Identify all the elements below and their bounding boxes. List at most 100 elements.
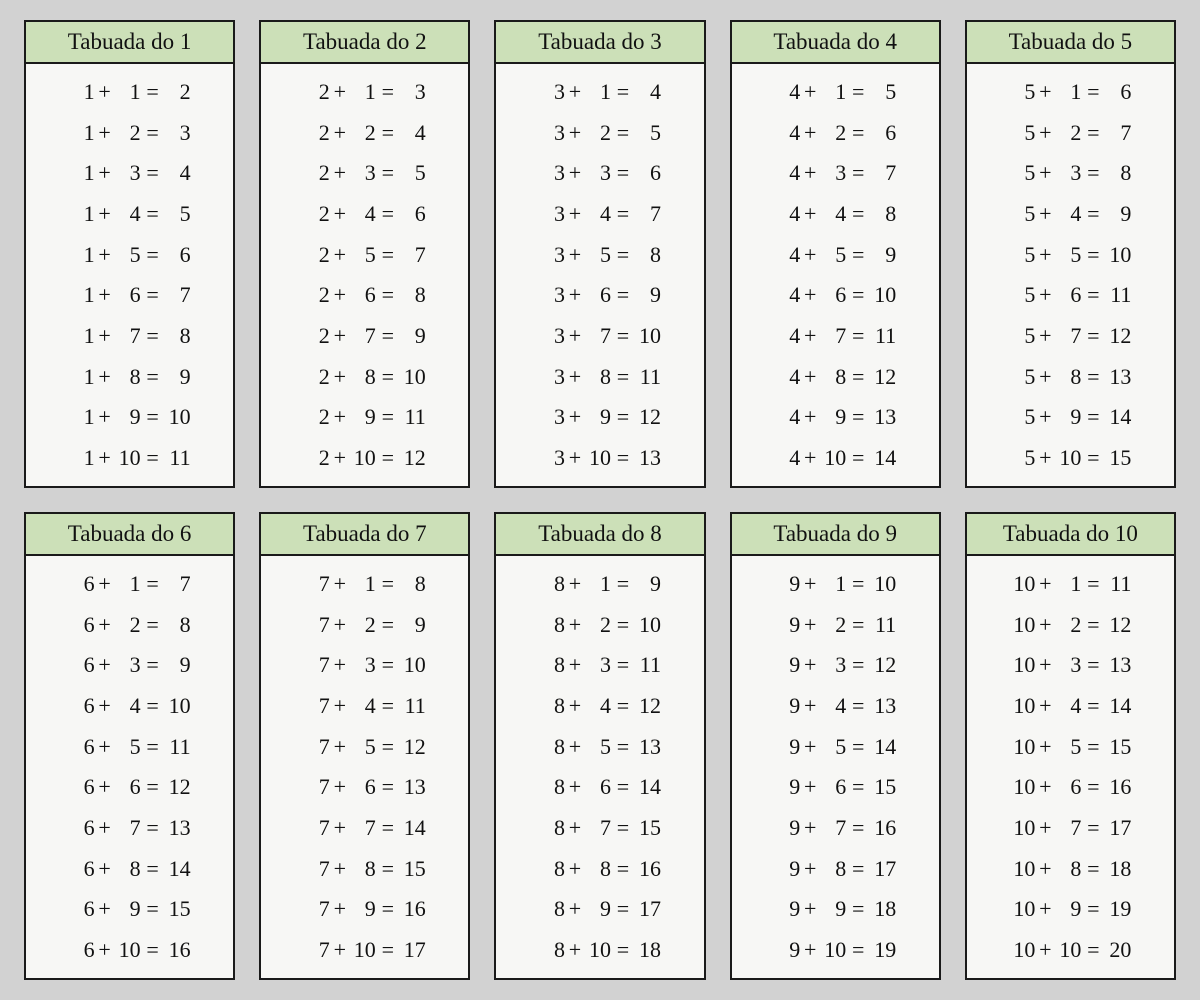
operand-a: 8 <box>537 573 567 595</box>
table-row: 1+3=4 <box>26 157 233 189</box>
operand-b: 5 <box>348 736 378 758</box>
operand-b: 1 <box>1053 81 1083 103</box>
operand-a: 4 <box>772 325 802 347</box>
equals-icon: = <box>143 939 163 961</box>
plus-icon: + <box>1037 614 1053 636</box>
operand-a: 2 <box>302 203 332 225</box>
operand-b: 6 <box>818 284 848 306</box>
plus-icon: + <box>97 614 113 636</box>
plus-icon: + <box>97 776 113 798</box>
equals-icon: = <box>143 898 163 920</box>
operand-b: 10 <box>113 447 143 469</box>
equals-icon: = <box>143 736 163 758</box>
operand-a: 8 <box>537 898 567 920</box>
operand-b: 5 <box>1053 736 1083 758</box>
operand-a: 5 <box>1007 447 1037 469</box>
table-row: 7+9=16 <box>261 893 468 925</box>
table-body: 4+1=54+2=64+3=74+4=84+5=94+6=104+7=114+8… <box>732 64 939 486</box>
operand-a: 4 <box>772 366 802 388</box>
result: 13 <box>633 447 663 469</box>
operand-a: 6 <box>67 858 97 880</box>
table-row: 6+10=16 <box>26 934 233 966</box>
table-row: 9+7=16 <box>732 812 939 844</box>
result: 13 <box>1103 654 1133 676</box>
result: 8 <box>398 284 428 306</box>
plus-icon: + <box>802 573 818 595</box>
operand-b: 6 <box>818 776 848 798</box>
operand-a: 2 <box>302 325 332 347</box>
result: 12 <box>1103 325 1133 347</box>
plus-icon: + <box>567 447 583 469</box>
operand-b: 3 <box>583 162 613 184</box>
operand-a: 10 <box>1007 898 1037 920</box>
table-row: 7+2=9 <box>261 609 468 641</box>
result: 8 <box>163 325 193 347</box>
result: 5 <box>398 162 428 184</box>
equals-icon: = <box>848 244 868 266</box>
table-row: 2+8=10 <box>261 361 468 393</box>
result: 5 <box>868 81 898 103</box>
operand-b: 6 <box>348 284 378 306</box>
equals-icon: = <box>143 244 163 266</box>
table-row: 7+7=14 <box>261 812 468 844</box>
equals-icon: = <box>378 406 398 428</box>
table-row: 1+10=11 <box>26 442 233 474</box>
equals-icon: = <box>143 573 163 595</box>
plus-icon: + <box>802 776 818 798</box>
result: 7 <box>163 573 193 595</box>
plus-icon: + <box>1037 325 1053 347</box>
equals-icon: = <box>848 614 868 636</box>
result: 10 <box>868 284 898 306</box>
operand-a: 9 <box>772 898 802 920</box>
table-header: Tabuada do 1 <box>26 22 233 64</box>
equals-icon: = <box>613 695 633 717</box>
table-row: 8+7=15 <box>496 812 703 844</box>
operand-a: 4 <box>772 203 802 225</box>
operand-b: 8 <box>348 366 378 388</box>
plus-icon: + <box>802 898 818 920</box>
operand-b: 10 <box>583 939 613 961</box>
operand-b: 6 <box>1053 284 1083 306</box>
plus-icon: + <box>567 284 583 306</box>
result: 8 <box>633 244 663 266</box>
operand-a: 3 <box>537 122 567 144</box>
table-row: 8+9=17 <box>496 893 703 925</box>
operand-a: 1 <box>67 366 97 388</box>
table-row: 7+3=10 <box>261 649 468 681</box>
operand-b: 1 <box>583 81 613 103</box>
result: 13 <box>163 817 193 839</box>
equals-icon: = <box>378 736 398 758</box>
equals-icon: = <box>143 614 163 636</box>
equals-icon: = <box>848 325 868 347</box>
operand-a: 9 <box>772 695 802 717</box>
page: Tabuada do 11+1=21+2=31+3=41+4=51+5=61+6… <box>0 0 1200 1000</box>
plus-icon: + <box>332 614 348 636</box>
table-row: 10+9=19 <box>967 893 1174 925</box>
table-row: 3+3=6 <box>496 157 703 189</box>
table-row: 9+9=18 <box>732 893 939 925</box>
table-card-9: Tabuada do 99+1=109+2=119+3=129+4=139+5=… <box>730 512 941 980</box>
operand-b: 9 <box>583 406 613 428</box>
equals-icon: = <box>143 406 163 428</box>
operand-b: 5 <box>818 244 848 266</box>
operand-a: 6 <box>67 614 97 636</box>
operand-b: 7 <box>583 325 613 347</box>
operand-b: 5 <box>583 244 613 266</box>
operand-a: 7 <box>302 939 332 961</box>
table-header: Tabuada do 10 <box>967 514 1174 556</box>
equals-icon: = <box>848 447 868 469</box>
result: 15 <box>868 776 898 798</box>
operand-b: 2 <box>818 122 848 144</box>
plus-icon: + <box>802 939 818 961</box>
result: 12 <box>868 654 898 676</box>
operand-a: 9 <box>772 776 802 798</box>
equals-icon: = <box>378 325 398 347</box>
table-row: 1+6=7 <box>26 279 233 311</box>
plus-icon: + <box>802 122 818 144</box>
result: 17 <box>868 858 898 880</box>
operand-b: 9 <box>348 898 378 920</box>
operand-a: 3 <box>537 81 567 103</box>
result: 6 <box>398 203 428 225</box>
operand-b: 10 <box>348 939 378 961</box>
operand-a: 2 <box>302 284 332 306</box>
